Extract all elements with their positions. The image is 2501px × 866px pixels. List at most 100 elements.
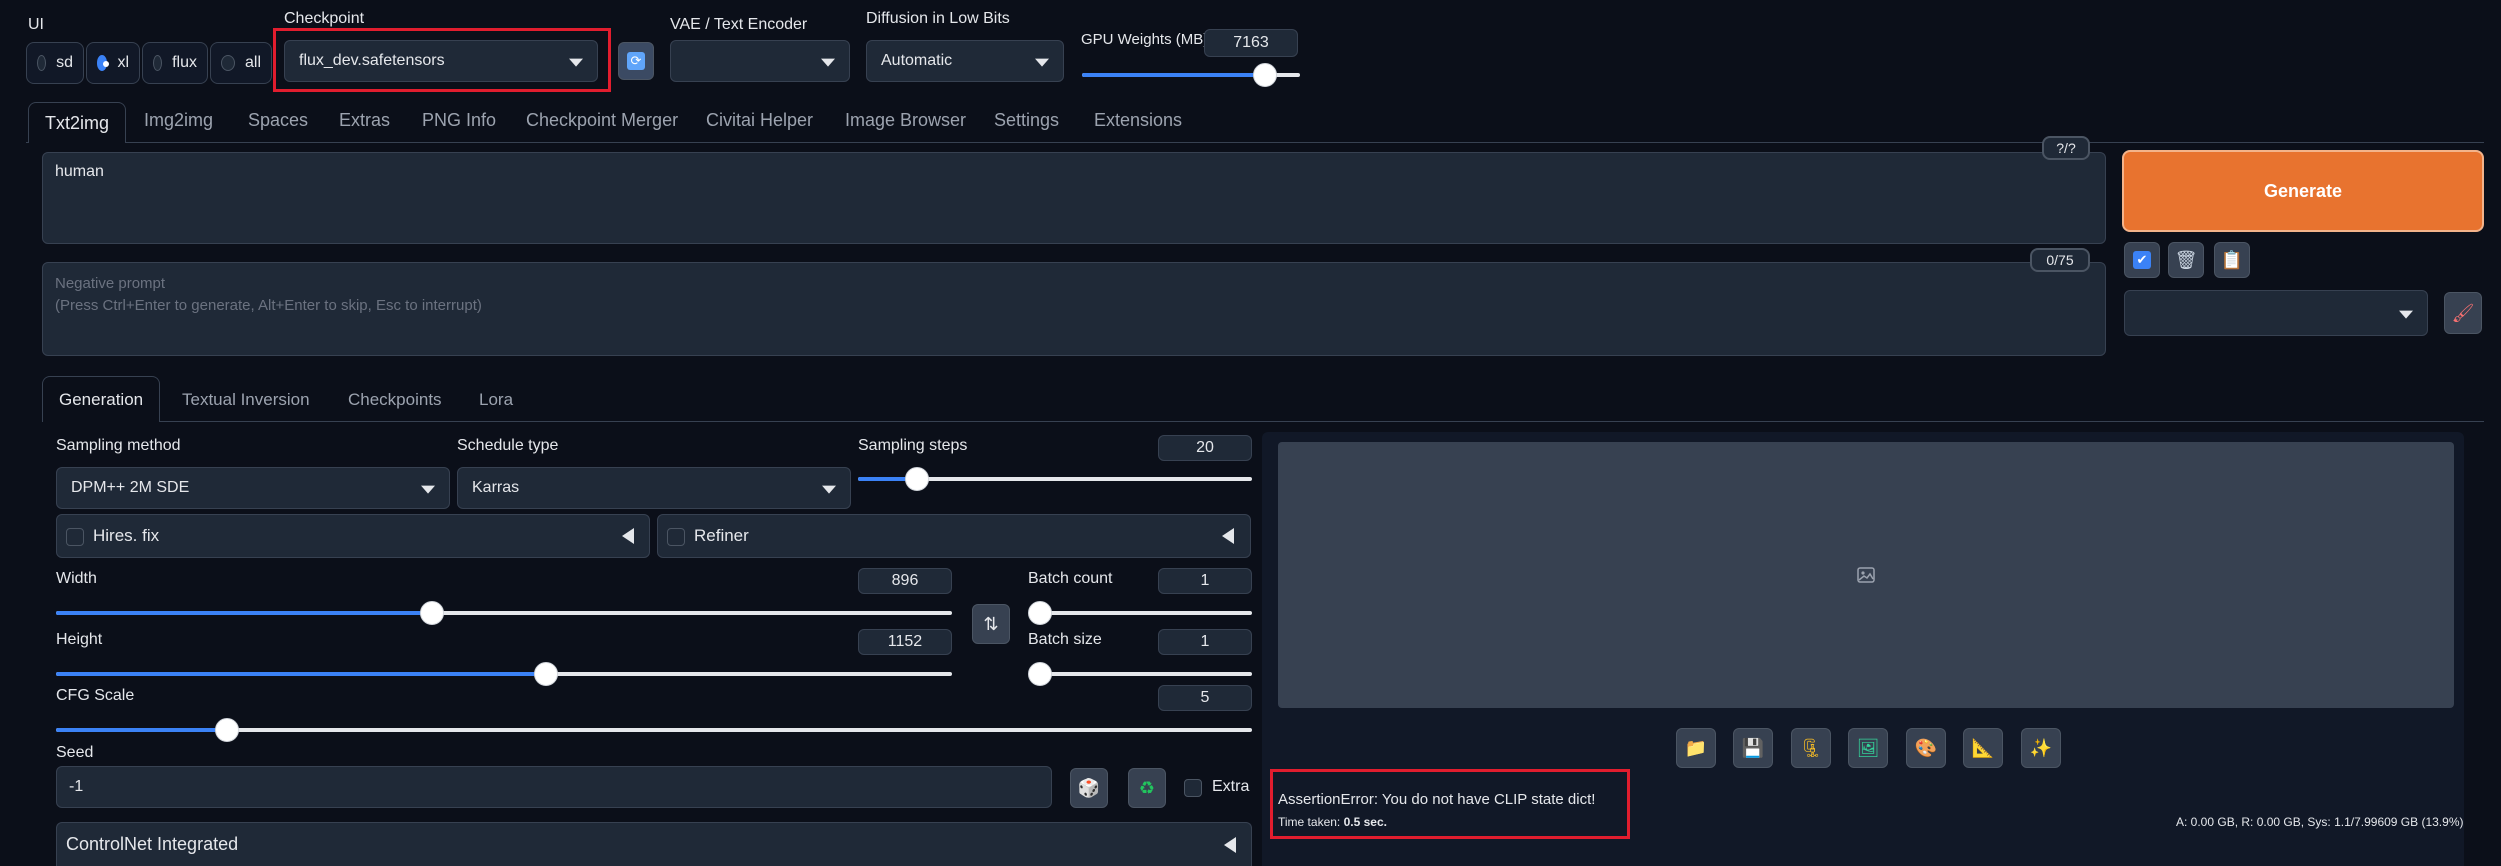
checkpoint-select[interactable]: flux_dev.safetensors — [284, 40, 598, 82]
radio-xl[interactable]: xl — [86, 42, 140, 84]
slider-thumb[interactable] — [905, 467, 930, 491]
sparkle-icon: ✨ — [2029, 737, 2053, 758]
width-slider[interactable] — [56, 601, 952, 625]
width-input[interactable]: 896 — [858, 568, 952, 594]
gpu-weights-input[interactable]: 7163 — [1204, 29, 1298, 57]
negative-placeholder-hint: (Press Ctrl+Enter to generate, Alt+Enter… — [55, 297, 482, 314]
hires-fix-label: Hires. fix — [93, 526, 160, 545]
batch-size-label: Batch size — [1028, 631, 1102, 648]
batch-count-slider[interactable] — [1028, 601, 1252, 625]
tab-civitai-helper[interactable]: Civitai Helper — [706, 110, 813, 131]
tab-txt2img[interactable]: Txt2img — [28, 102, 127, 143]
batch-size-slider[interactable] — [1028, 662, 1252, 686]
image-icon: 🖼 — [1856, 737, 1880, 758]
schedule-type-label: Schedule type — [457, 437, 559, 454]
tab-lora[interactable]: Lora — [479, 390, 513, 410]
collapse-triangle-icon[interactable] — [1224, 837, 1236, 853]
radio-all[interactable]: all — [210, 42, 272, 84]
gpu-weights-slider[interactable] — [1082, 63, 1300, 87]
tab-img2img[interactable]: Img2img — [144, 110, 213, 131]
chevron-down-icon — [2399, 310, 2413, 319]
send-to-extras-button[interactable]: 📐 — [1963, 728, 2003, 768]
tab-settings[interactable]: Settings — [994, 110, 1059, 131]
schedule-type-select[interactable]: Karras — [457, 467, 851, 509]
ui-label: UI — [28, 16, 44, 33]
apply-styles-button[interactable]: ✔ — [2124, 242, 2160, 278]
lowbits-select[interactable]: Automatic — [866, 40, 1064, 82]
tab-image-browser[interactable]: Image Browser — [845, 110, 966, 131]
slider-thumb[interactable] — [420, 601, 445, 625]
tab-extensions[interactable]: Extensions — [1094, 110, 1182, 131]
tab-textual-inversion[interactable]: Textual Inversion — [182, 390, 310, 410]
upscale-button[interactable]: ✨ — [2021, 728, 2061, 768]
refiner-label: Refiner — [694, 526, 749, 545]
slider-thumb[interactable] — [534, 662, 559, 686]
prompt-text: human — [55, 163, 104, 180]
folder-icon: 📁 — [1684, 737, 1708, 758]
negative-placeholder: Negative prompt — [55, 275, 166, 292]
collapse-triangle-icon[interactable] — [1222, 528, 1234, 544]
tab-checkpoints[interactable]: Checkpoints — [348, 390, 442, 410]
height-slider[interactable] — [56, 662, 952, 686]
batch-count-input[interactable]: 1 — [1158, 568, 1252, 594]
hires-fix-checkbox[interactable] — [66, 528, 84, 546]
cfg-scale-input[interactable]: 5 — [1158, 685, 1252, 711]
chevron-down-icon — [569, 58, 583, 67]
refresh-checkpoint-button[interactable]: ⟳ — [618, 42, 654, 80]
tab-generation[interactable]: Generation — [42, 376, 161, 422]
tab-checkpoint-merger[interactable]: Checkpoint Merger — [526, 110, 678, 131]
slider-thumb[interactable] — [1028, 601, 1052, 625]
batch-size-input[interactable]: 1 — [1158, 629, 1252, 655]
schedule-type-value: Karras — [472, 479, 520, 496]
negative-prompt-input[interactable]: Negative prompt (Press Ctrl+Enter to gen… — [42, 262, 2106, 356]
generate-button[interactable]: Generate — [2122, 150, 2484, 232]
slider-thumb[interactable] — [1253, 63, 1278, 87]
save-button[interactable]: 💾 — [1733, 728, 1773, 768]
slider-thumb[interactable] — [215, 718, 240, 742]
trash-icon: 🗑 — [2174, 249, 2198, 270]
paste-prompt-button[interactable]: 📋 — [2214, 242, 2250, 278]
edit-styles-button[interactable]: 🖌 — [2444, 292, 2482, 334]
save-icon: 💾 — [1741, 737, 1765, 758]
slider-fill — [1082, 73, 1266, 77]
tab-extras[interactable]: Extras — [339, 110, 390, 131]
tab-png-info[interactable]: PNG Info — [422, 110, 496, 131]
slider-thumb[interactable] — [1028, 662, 1052, 686]
radio-sd[interactable]: sd — [26, 42, 84, 84]
collapse-triangle-icon[interactable] — [622, 528, 634, 544]
controlnet-label: ControlNet Integrated — [66, 834, 239, 854]
cfg-scale-slider[interactable] — [56, 718, 1252, 742]
refiner-checkbox[interactable] — [667, 528, 685, 546]
seed-input[interactable]: -1 — [56, 766, 1052, 808]
clear-prompt-button[interactable]: 🗑 — [2168, 242, 2204, 278]
reuse-seed-button[interactable]: ♻ — [1128, 768, 1166, 808]
send-to-img2img-button[interactable]: 🖼 — [1848, 728, 1888, 768]
extra-seed-checkbox[interactable] — [1184, 779, 1202, 797]
styles-select[interactable] — [2124, 290, 2428, 336]
tab-spaces[interactable]: Spaces — [248, 110, 308, 131]
tabs-divider — [26, 142, 2484, 143]
batch-count-label: Batch count — [1028, 570, 1113, 587]
open-folder-button[interactable]: 📁 — [1676, 728, 1716, 768]
seed-value: -1 — [69, 778, 84, 795]
checkbox-icon: ✔ — [2133, 251, 2151, 269]
zip-button[interactable]: 🗜 — [1791, 728, 1831, 768]
subtabs-divider — [42, 421, 2484, 422]
radio-dot-selected — [97, 55, 110, 71]
time-taken-label: Time taken: — [1278, 815, 1341, 829]
random-seed-button[interactable]: 🎲 — [1070, 768, 1108, 808]
vae-select[interactable] — [670, 40, 850, 82]
extra-seed-label: Extra — [1212, 778, 1250, 795]
sampling-method-select[interactable]: DPM++ 2M SDE — [56, 467, 450, 509]
radio-dot — [221, 55, 235, 71]
swap-dimensions-button[interactable]: ⇅ — [972, 604, 1010, 644]
height-input[interactable]: 1152 — [858, 629, 952, 655]
sampling-steps-input[interactable]: 20 — [1158, 435, 1252, 461]
send-to-inpaint-button[interactable]: 🎨 — [1906, 728, 1946, 768]
sampling-method-value: DPM++ 2M SDE — [71, 479, 190, 496]
memory-usage: A: 0.00 GB, R: 0.00 GB, Sys: 1.1/7.99609… — [2176, 815, 2464, 829]
chevron-down-icon — [1035, 58, 1049, 67]
sampling-steps-slider[interactable] — [858, 467, 1252, 491]
radio-flux[interactable]: flux — [142, 42, 208, 84]
prompt-input[interactable]: human — [42, 152, 2106, 244]
